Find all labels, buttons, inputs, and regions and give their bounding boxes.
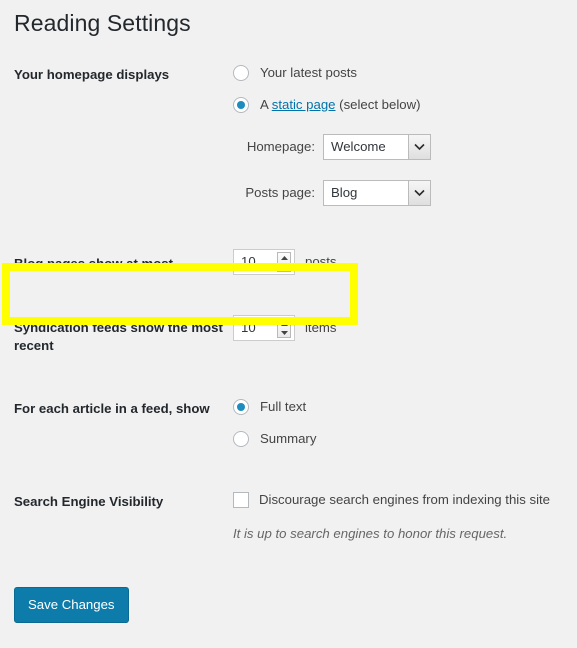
page-title: Reading Settings <box>14 10 191 36</box>
radio-latest-posts-icon[interactable] <box>233 65 249 81</box>
radio-static-page-icon[interactable] <box>233 97 249 113</box>
select-homepage-value: Welcome <box>331 139 386 154</box>
field-homepage-displays: Your latest posts A static page (select … <box>233 64 577 206</box>
row-search-engine-visibility: Search Engine Visibility Discourage sear… <box>0 491 577 543</box>
discourage-checkbox-label: Discourage search engines from indexing … <box>259 492 551 507</box>
checkbox-option-discourage[interactable]: Discourage search engines from indexing … <box>233 491 577 509</box>
radio-full-text-icon[interactable] <box>233 399 249 415</box>
save-changes-button[interactable]: Save Changes <box>14 587 129 624</box>
field-blog-pages: 10 posts <box>233 249 577 275</box>
spinner-down-icon[interactable] <box>278 328 290 337</box>
label-search-engine-visibility: Search Engine Visibility <box>14 494 164 509</box>
row-blog-pages: Blog pages show at most 10 posts <box>0 249 577 275</box>
select-posts-page-value: Blog <box>331 185 358 200</box>
chevron-down-icon[interactable] <box>408 135 430 159</box>
syndication-feeds-value: 10 <box>241 320 256 335</box>
select-posts-page[interactable]: Blog <box>323 180 431 206</box>
blog-pages-unit: posts <box>305 254 337 269</box>
row-feed-article: For each article in a feed, show Full te… <box>0 398 577 448</box>
syndication-feeds-unit: items <box>305 320 337 335</box>
blog-pages-spinner[interactable] <box>277 252 291 272</box>
field-syndication-feeds: 10 items <box>233 315 577 341</box>
row-homepage-displays: Your homepage displays Your latest posts… <box>0 64 577 206</box>
reading-settings-form: Your homepage displays Your latest posts… <box>0 64 577 543</box>
select-row-posts-page: Posts page: Blog <box>233 180 577 206</box>
radio-option-latest-posts[interactable]: Your latest posts <box>233 64 577 82</box>
syndication-stepper-wrap: 10 items <box>233 315 337 341</box>
chevron-down-icon[interactable] <box>408 181 430 205</box>
syndication-feeds-spinner[interactable] <box>277 318 291 338</box>
label-syndication-feeds: Syndication feeds show the most recent <box>14 320 223 353</box>
spinner-up-icon[interactable] <box>278 319 290 328</box>
static-page-prefix: A <box>260 97 272 112</box>
static-page-suffix: (select below) <box>335 97 421 112</box>
radio-option-full-text[interactable]: Full text <box>233 398 577 416</box>
radio-summary-icon[interactable] <box>233 431 249 447</box>
select-caption-posts-page: Posts page: <box>245 185 315 200</box>
submit-area: Save Changes <box>0 587 577 624</box>
radio-latest-posts-label: Your latest posts <box>260 65 358 80</box>
radio-option-summary[interactable]: Summary <box>233 430 577 448</box>
search-engine-visibility-description: It is up to search engines to honor this… <box>233 526 508 541</box>
radio-option-static-page[interactable]: A static page (select below) <box>233 96 577 114</box>
discourage-checkbox[interactable] <box>233 492 249 508</box>
syndication-feeds-input[interactable]: 10 <box>233 315 295 341</box>
radio-full-text-label: Full text <box>260 399 307 414</box>
blog-pages-value: 10 <box>241 254 256 269</box>
static-page-link[interactable]: static page <box>272 97 336 112</box>
select-caption-homepage: Homepage: <box>246 139 315 154</box>
blog-pages-stepper-wrap: 10 posts <box>233 249 337 275</box>
radio-summary-label: Summary <box>260 431 317 446</box>
label-blog-pages: Blog pages show at most <box>14 256 174 271</box>
field-search-engine-visibility: Discourage search engines from indexing … <box>233 491 577 543</box>
radio-static-page-label: A static page (select below) <box>260 96 421 114</box>
select-row-homepage: Homepage: Welcome <box>233 134 577 160</box>
field-feed-article: Full text Summary <box>233 398 577 448</box>
label-homepage-displays: Your homepage displays <box>14 67 170 82</box>
select-homepage[interactable]: Welcome <box>323 134 431 160</box>
blog-pages-input[interactable]: 10 <box>233 249 295 275</box>
spinner-up-icon[interactable] <box>278 253 290 262</box>
row-syndication-feeds: Syndication feeds show the most recent 1… <box>0 315 577 355</box>
label-feed-article: For each article in a feed, show <box>14 401 210 416</box>
spinner-down-icon[interactable] <box>278 262 290 271</box>
